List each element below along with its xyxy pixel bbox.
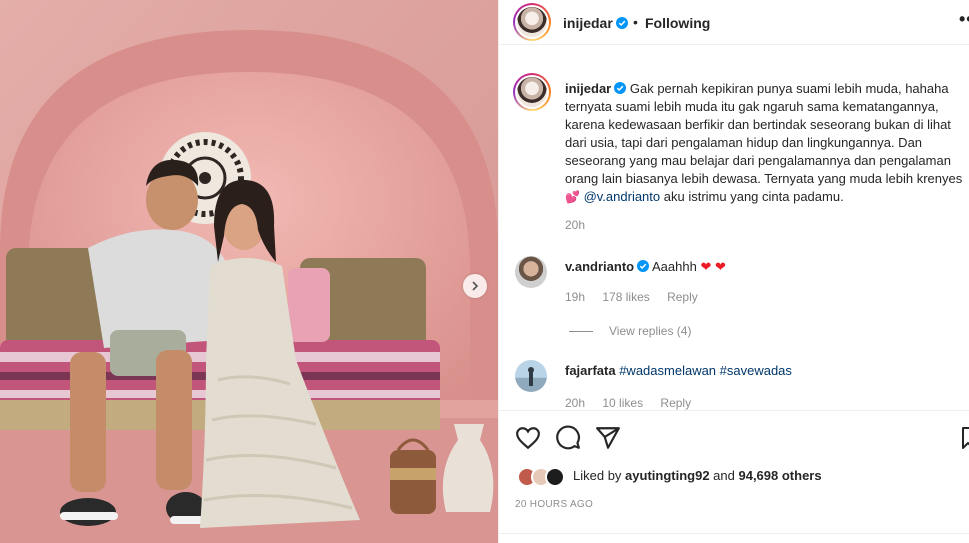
header-username-text[interactable]: inijedar (563, 15, 613, 31)
comment-timestamp[interactable]: 19h (565, 290, 585, 304)
caption-line: seseorang yang mau belajar dari pengalam… (565, 153, 951, 168)
add-comment-bar[interactable] (499, 533, 969, 543)
caption-username[interactable]: inijedar (565, 81, 611, 96)
person-silhouette-icon (528, 367, 534, 386)
comment-username[interactable]: fajarfata (565, 363, 616, 378)
comment-item: fajarfata #wadasmelawan #savewadas (565, 362, 792, 380)
caption-line: ternyata suami lebih muda itu gak ngaruh… (565, 99, 939, 114)
carousel-next-button[interactable] (463, 274, 487, 298)
post-header: inijedar • Following ••• (499, 0, 969, 45)
view-replies-label[interactable]: View replies (4) (609, 324, 691, 338)
post-timestamp[interactable]: 20 HOURS AGO (515, 499, 593, 510)
liked-by-others-link[interactable]: 94,698 others (738, 468, 821, 483)
liked-by-summary: Liked by ayutingting92 and 94,698 others (573, 468, 822, 483)
comment-timestamp[interactable]: 20h (565, 396, 585, 410)
caption-line: Gak pernah kepikiran punya suami lebih m… (629, 81, 949, 96)
caption-line: dari usia, tapi dari pengalaman hidup da… (565, 135, 923, 150)
comment-likes[interactable]: 10 likes (602, 396, 643, 410)
comment-username[interactable]: v.andrianto (565, 259, 634, 274)
view-replies-button[interactable]: View replies (4) (569, 324, 691, 338)
post-detail-panel: inijedar • Following ••• inijedar Gak pe… (498, 0, 969, 543)
verified-badge-icon (614, 82, 627, 94)
post-actions: Liked by ayutingting92 and 94,698 others… (499, 410, 969, 543)
comment-bubble-icon[interactable] (555, 425, 581, 451)
post-photo[interactable] (0, 0, 498, 543)
comment-item: v.andrianto Aaahhh ❤ ❤ (565, 258, 726, 276)
liked-by-and: and (709, 468, 739, 483)
like-heart-icon[interactable] (515, 425, 541, 451)
red-heart-emoji: ❤ ❤ (700, 259, 726, 274)
header-avatar[interactable] (513, 3, 551, 41)
caption-timestamp[interactable]: 20h (565, 218, 585, 232)
more-options-icon[interactable]: ••• (959, 9, 969, 30)
reply-button[interactable]: Reply (660, 396, 691, 410)
caption-avatar[interactable] (513, 73, 551, 111)
post-caption: inijedar Gak pernah kepikiran punya suam… (565, 80, 969, 206)
chevron-right-icon (472, 281, 479, 291)
liked-by-user-link[interactable]: ayutingting92 (625, 468, 710, 483)
header-separator: • (633, 14, 638, 30)
caption-line: karena kedewasaan berfikir dan bertindak… (565, 117, 951, 132)
comment-likes[interactable]: 178 likes (602, 290, 649, 304)
replies-divider-line (569, 330, 593, 332)
header-username[interactable]: inijedar (563, 15, 628, 31)
photo-illustration (0, 0, 498, 543)
verified-badge-icon (615, 17, 628, 29)
comment-meta: 19h 178 likes Reply (565, 290, 712, 304)
share-send-icon[interactable] (595, 425, 621, 451)
comment-avatar[interactable] (515, 360, 547, 392)
two-hearts-emoji: 💕 (565, 190, 580, 204)
following-button[interactable]: Following (645, 15, 710, 31)
comments-section[interactable]: inijedar Gak pernah kepikiran punya suam… (499, 46, 969, 410)
comment-hashtags[interactable]: #wadasmelawan #savewadas (619, 363, 792, 378)
liked-by-avatars[interactable] (517, 467, 565, 487)
verified-badge-icon (637, 260, 650, 272)
comment-avatar[interactable] (515, 256, 547, 288)
liked-by-prefix: Liked by (573, 468, 626, 483)
caption-line: orang lain biasanya lebih dewasa. Ternya… (565, 171, 963, 186)
liker-avatar (545, 467, 565, 487)
comment-meta: 20h 10 likes Reply (565, 396, 705, 410)
caption-mention-link[interactable]: @v.andrianto (584, 189, 661, 204)
caption-line: aku istrimu yang cinta padamu. (660, 189, 844, 204)
save-bookmark-icon[interactable] (961, 425, 969, 451)
comment-text: Aaahhh (652, 259, 697, 274)
reply-button[interactable]: Reply (667, 290, 698, 304)
